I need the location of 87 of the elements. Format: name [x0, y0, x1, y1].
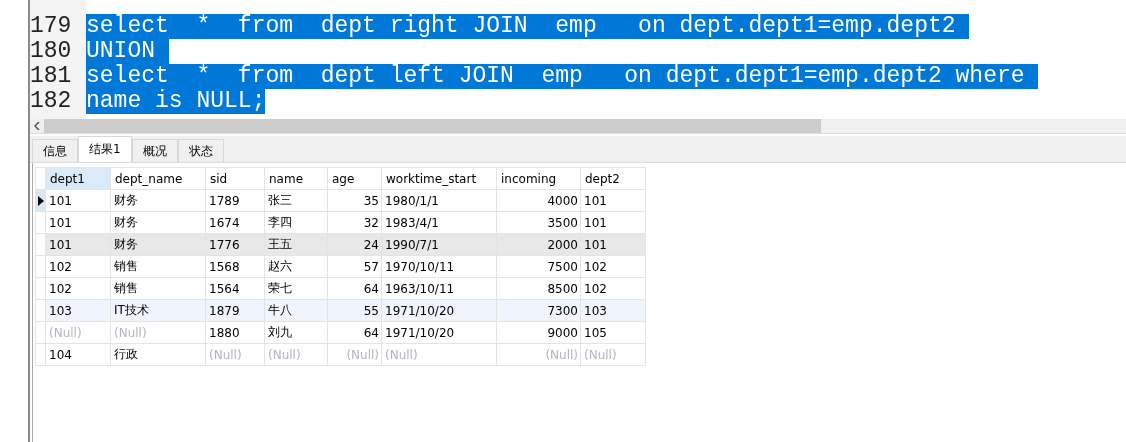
table-cell: 101 — [45, 189, 111, 212]
table-row[interactable]: 103 IT技术 1879 牛八 55 1971/10/20 7300 103 — [35, 299, 646, 322]
horizontal-scrollbar[interactable] — [30, 119, 1126, 134]
table-row[interactable]: 104 行政 (Null) (Null) (Null) (Null) (Null) (Null) — [35, 343, 646, 366]
column-header[interactable]: dept_name — [110, 167, 206, 190]
table-cell: 4000 — [496, 189, 581, 212]
column-header[interactable]: dept1 — [45, 167, 111, 190]
column-header[interactable]: sid — [205, 167, 265, 190]
table-cell: (Null) — [205, 343, 265, 366]
table-cell: 55 — [327, 299, 382, 322]
table-cell: 销售 — [110, 255, 206, 278]
table-cell: (Null) — [110, 321, 206, 344]
tab[interactable]: 概况 — [131, 139, 178, 162]
row-pointer-icon — [37, 195, 44, 206]
table-row[interactable]: 101 财务 1789 张三 35 1980/1/1 4000 101 — [35, 189, 646, 212]
table-cell: 1880 — [205, 321, 265, 344]
table-cell: 101 — [580, 233, 646, 256]
table-cell: 1983/4/1 — [381, 211, 497, 234]
table-row[interactable]: 101 财务 1674 李四 32 1983/4/1 3500 101 — [35, 211, 646, 234]
table-cell: IT技术 — [110, 299, 206, 322]
table-cell: 101 — [45, 233, 111, 256]
table-cell: (Null) — [264, 343, 328, 366]
column-header[interactable]: name — [264, 167, 328, 190]
table-cell: 102 — [45, 277, 111, 300]
tab[interactable]: 结果1 — [78, 136, 132, 162]
table-cell: 行政 — [110, 343, 206, 366]
table-cell: 102 — [580, 255, 646, 278]
table-cell: 1980/1/1 — [381, 189, 497, 212]
column-header[interactable]: incoming — [496, 167, 581, 190]
tab[interactable]: 状态 — [177, 139, 224, 162]
table-cell: (Null) — [45, 321, 111, 344]
table-cell: (Null) — [381, 343, 497, 366]
table-cell: 1990/7/1 — [381, 233, 497, 256]
table-cell: 64 — [327, 277, 382, 300]
table-cell: 101 — [45, 211, 111, 234]
table-cell: 103 — [580, 299, 646, 322]
table-cell: 7500 — [496, 255, 581, 278]
table-cell: 102 — [45, 255, 111, 278]
table-cell: 35 — [327, 189, 382, 212]
table-cell: 1789 — [205, 189, 265, 212]
table-cell: 财务 — [110, 233, 206, 256]
table-cell: 2000 — [496, 233, 581, 256]
table-cell: 财务 — [110, 189, 206, 212]
column-header[interactable]: dept2 — [580, 167, 646, 190]
table-cell: 赵六 — [264, 255, 328, 278]
table-cell: 32 — [327, 211, 382, 234]
table-cell: 1963/10/11 — [381, 277, 497, 300]
table-cell: 101 — [580, 211, 646, 234]
table-cell: 102 — [580, 277, 646, 300]
table-cell: 103 — [45, 299, 111, 322]
tab[interactable]: 信息 — [32, 139, 78, 162]
table-cell: 104 — [45, 343, 111, 366]
table-cell: 57 — [327, 255, 382, 278]
table-row[interactable]: 102 销售 1568 赵六 57 1970/10/11 7500 102 — [35, 255, 646, 278]
table-cell: 24 — [327, 233, 382, 256]
table-cell: 105 — [580, 321, 646, 344]
table-row[interactable]: 101 财务 1776 王五 24 1990/7/1 2000 101 — [35, 233, 646, 256]
table-cell: 1971/10/20 — [381, 321, 497, 344]
table-cell: 张三 — [264, 189, 328, 212]
table-cell: 牛八 — [264, 299, 328, 322]
table-cell: 荣七 — [264, 277, 328, 300]
table-cell: 财务 — [110, 211, 206, 234]
table-cell: 3500 — [496, 211, 581, 234]
table-cell: 李四 — [264, 211, 328, 234]
table-cell: 1970/10/11 — [381, 255, 497, 278]
column-header[interactable]: worktime_start — [381, 167, 497, 190]
table-cell: 1674 — [205, 211, 265, 234]
table-cell: 7300 — [496, 299, 581, 322]
table-cell: 64 — [327, 321, 382, 344]
table-row[interactable]: 102 销售 1564 荣七 64 1963/10/11 8500 102 — [35, 277, 646, 300]
table-cell: 1564 — [205, 277, 265, 300]
table-cell: 1879 — [205, 299, 265, 322]
table-cell: (Null) — [496, 343, 581, 366]
table-cell: 王五 — [264, 233, 328, 256]
table-cell: 8500 — [496, 277, 581, 300]
table-cell: 1776 — [205, 233, 265, 256]
scrollbar-thumb[interactable] — [44, 119, 821, 133]
table-cell: 1568 — [205, 255, 265, 278]
table-row[interactable]: (Null) (Null) 1880 刘九 64 1971/10/20 9000 105 — [35, 321, 646, 344]
table-cell: (Null) — [327, 343, 382, 366]
table-cell: (Null) — [580, 343, 646, 366]
table-cell: 刘九 — [264, 321, 328, 344]
table-cell: 销售 — [110, 277, 206, 300]
table-cell: 9000 — [496, 321, 581, 344]
column-header[interactable]: age — [327, 167, 382, 190]
table-cell: 101 — [580, 189, 646, 212]
table-cell: 1971/10/20 — [381, 299, 497, 322]
